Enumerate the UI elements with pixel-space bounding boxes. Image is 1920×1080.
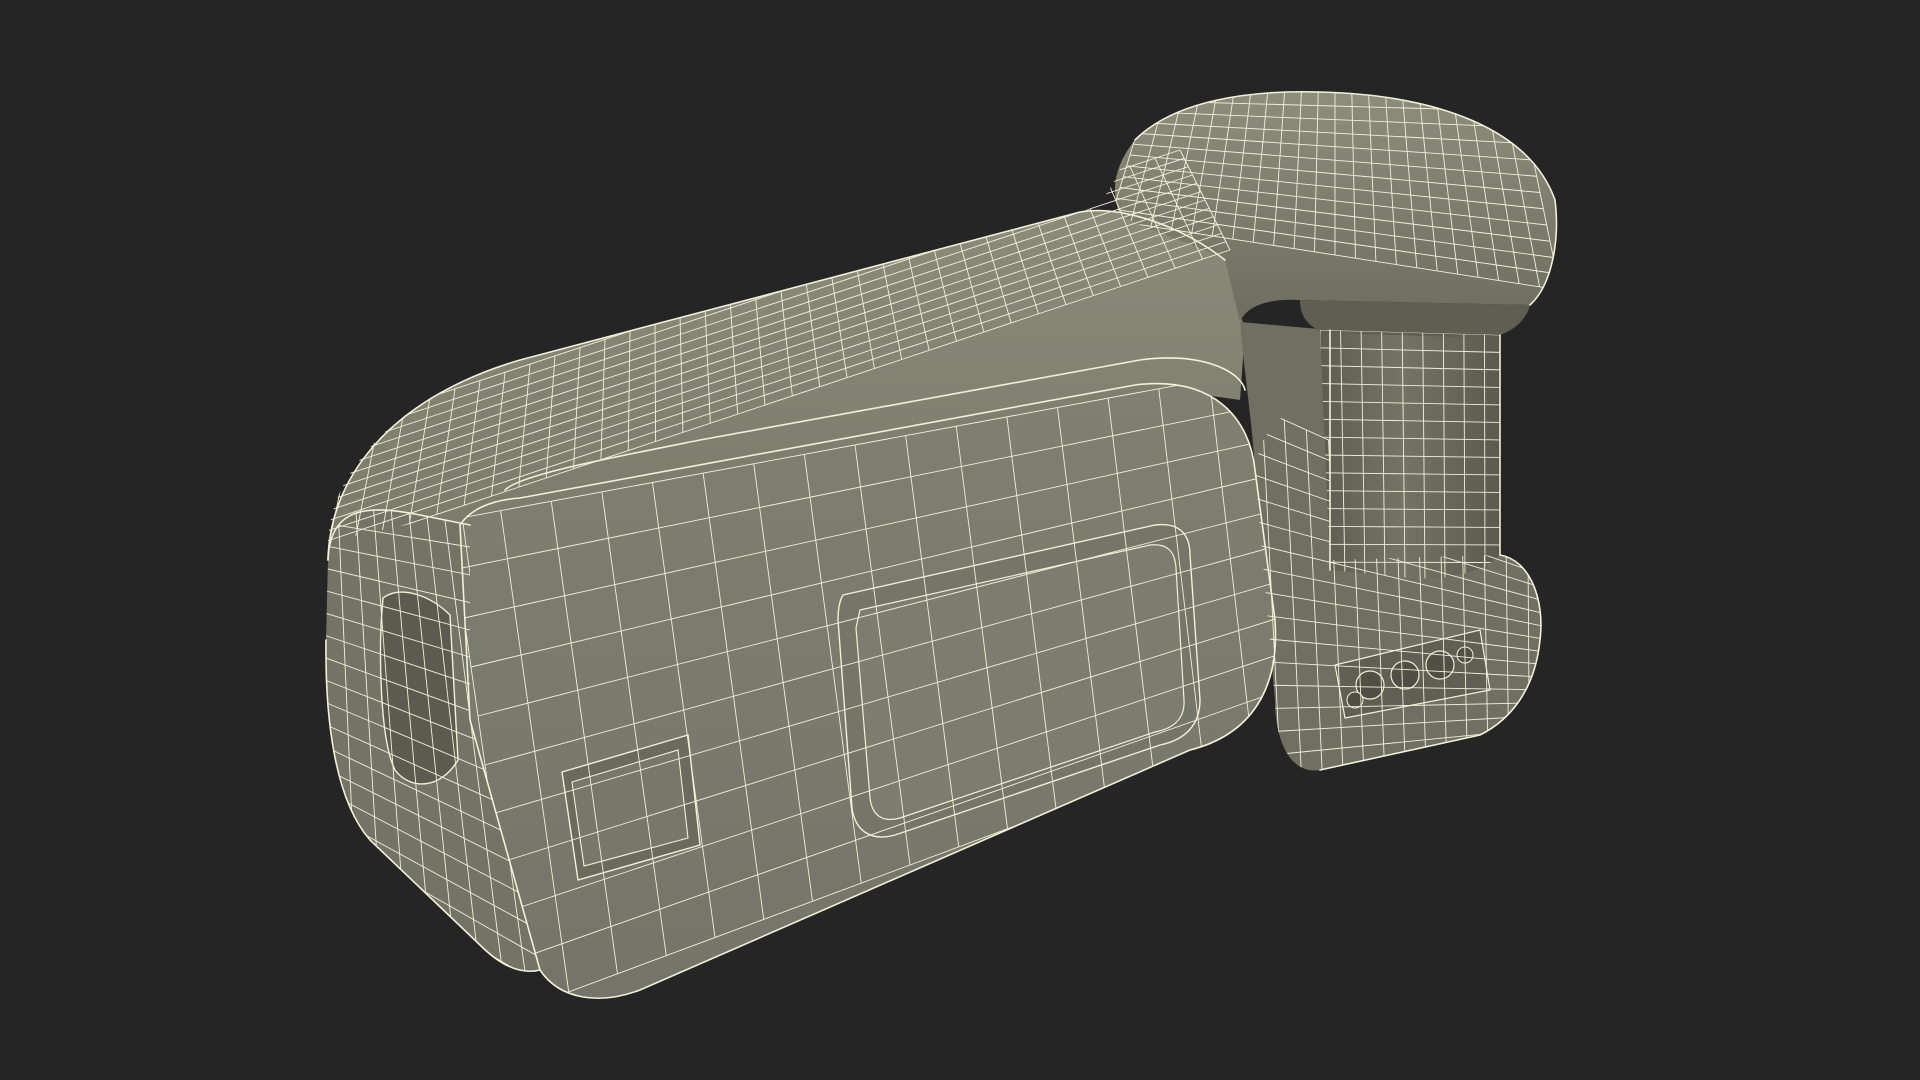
cap-underside <box>1300 300 1530 338</box>
wireframe-model <box>325 90 1558 999</box>
render-viewport <box>0 0 1920 1080</box>
model-body <box>325 90 1558 999</box>
wire-edge <box>328 429 331 542</box>
cylinder-post <box>1320 330 1500 579</box>
